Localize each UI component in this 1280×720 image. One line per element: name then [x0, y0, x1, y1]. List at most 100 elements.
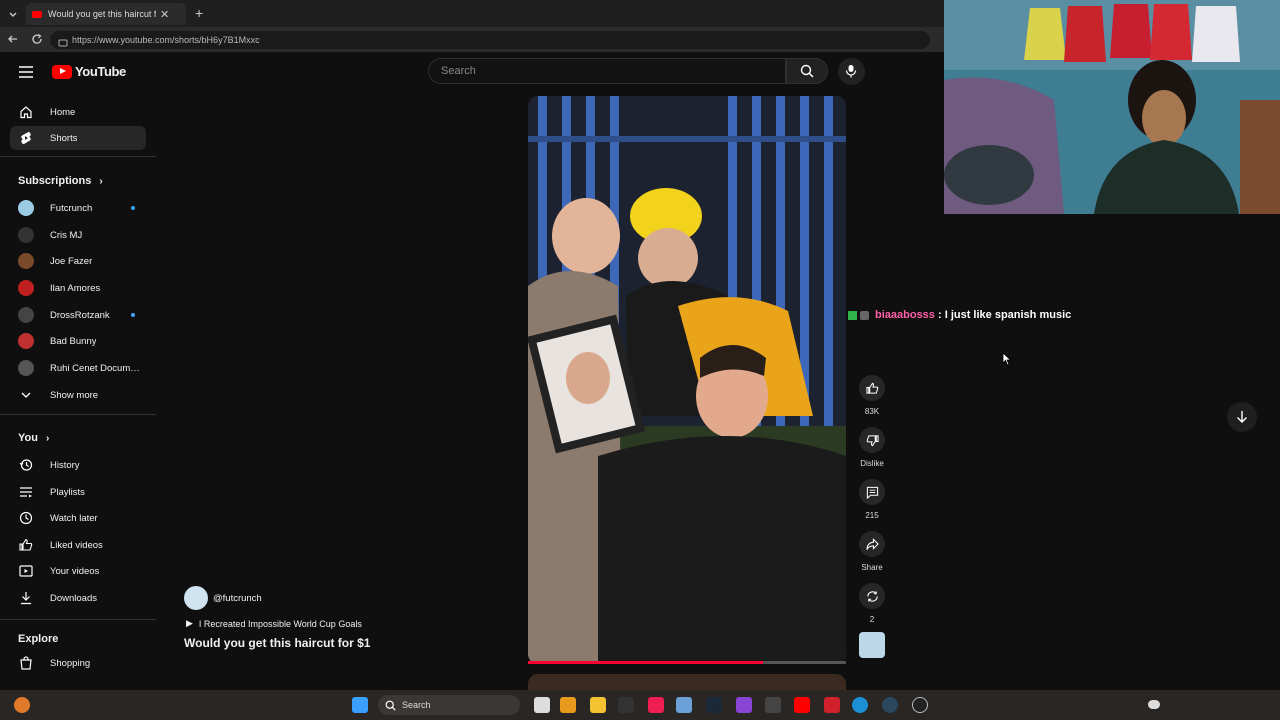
sidebar-item-label: Home	[50, 106, 76, 118]
remix-button[interactable]: 2	[859, 583, 885, 624]
video-progress-bar[interactable]	[528, 661, 846, 664]
channel-info[interactable]: @futcrunch	[184, 586, 262, 610]
channel-avatar	[18, 333, 34, 349]
sidebar-item-label: Show more	[50, 389, 99, 401]
sidebar-subscription-item[interactable]: Ruhi Cenet Docume...	[10, 356, 146, 380]
sidebar-divider	[0, 414, 156, 415]
stream-chat-message: biaaabosss : I just like spanish music	[848, 309, 1071, 321]
like-button[interactable]: 83K	[859, 375, 885, 416]
history-icon	[18, 457, 34, 473]
sidebar-item-label: Your videos	[50, 565, 100, 577]
remix-count: 2	[869, 615, 875, 624]
sidebar-item-liked-videos[interactable]: Liked videos	[10, 533, 146, 557]
obs-icon[interactable]	[912, 697, 928, 713]
windows-start-icon[interactable]	[352, 697, 368, 713]
steam-icon[interactable]	[706, 697, 722, 713]
subscriptions-header[interactable]: Subscriptions ›	[18, 175, 103, 187]
next-short-button[interactable]	[1227, 402, 1257, 432]
sidebar-item-playlists[interactable]: Playlists	[10, 480, 146, 504]
taskbar-search-input[interactable]: Search	[378, 695, 520, 715]
steam-icon[interactable]	[882, 697, 898, 713]
shorts-icon	[18, 130, 34, 146]
tab-list-chevron-icon[interactable]	[8, 7, 18, 25]
task-view-icon[interactable]	[534, 697, 550, 713]
thumbs-down-icon	[859, 427, 885, 453]
browser-tab[interactable]: Would you get this haircut for $1 ✕	[26, 3, 186, 25]
chevron-right-icon: ›	[45, 432, 50, 444]
avatar-image	[18, 360, 34, 376]
file-explorer-icon[interactable]	[590, 697, 606, 713]
sidebar-item-your-videos[interactable]: Your videos	[10, 559, 146, 583]
channel-name[interactable]: @futcrunch	[213, 593, 262, 604]
next-short-preview[interactable]	[528, 674, 846, 690]
cloud-icon[interactable]	[1148, 700, 1160, 709]
video-progress-fill	[528, 661, 764, 664]
avatar-image	[18, 200, 34, 216]
share-button[interactable]: Share	[859, 531, 885, 572]
sidebar-subscription-item[interactable]: Joe Fazer	[10, 249, 146, 273]
sidebar-item-label: Shorts	[50, 132, 78, 144]
your-videos-icon	[18, 563, 34, 579]
reload-icon[interactable]	[31, 32, 43, 50]
chat-badge-icon	[848, 310, 857, 320]
app-icon[interactable]	[824, 697, 840, 713]
sidebar-item-label: Cris MJ	[50, 229, 83, 241]
channel-avatar[interactable]	[184, 586, 208, 610]
like-count: 83K	[864, 407, 880, 416]
comment-icon	[859, 479, 885, 505]
channel-avatar	[18, 253, 34, 269]
search-button[interactable]	[786, 58, 828, 84]
epic-games-icon[interactable]	[618, 697, 634, 713]
sidebar-item-shorts[interactable]: Shorts	[10, 126, 146, 150]
thumbs-up-icon	[859, 375, 885, 401]
sidebar-subscription-item[interactable]: Ilan Amores	[10, 276, 146, 300]
sidebar-subscription-item[interactable]: Bad Bunny	[10, 329, 146, 353]
voice-search-button[interactable]	[838, 58, 865, 85]
home-icon	[18, 104, 34, 120]
you-header-label: You	[18, 432, 38, 444]
sidebar-subscription-item[interactable]: Cris MJ	[10, 223, 146, 247]
sidebar-item-show-more[interactable]: Show more	[10, 383, 146, 407]
url-field[interactable]: https://www.youtube.com/shorts/bH6y7B1Mx…	[50, 31, 930, 49]
sidebar-item-label: DrossRotzank	[50, 309, 110, 321]
you-header[interactable]: You ›	[18, 432, 49, 444]
webcam-overlay	[944, 0, 1280, 214]
sidebar-item-home[interactable]: Home	[10, 100, 146, 124]
short-video-player[interactable]	[528, 96, 846, 664]
video-frame-image	[528, 96, 846, 664]
new-tab-icon[interactable]: +	[195, 5, 203, 21]
youtube-icon[interactable]	[794, 697, 810, 713]
app-icon[interactable]	[676, 697, 692, 713]
youtube-favicon-icon	[32, 10, 42, 18]
menu-icon[interactable]	[19, 65, 33, 83]
subscriptions-header-label: Subscriptions	[18, 175, 92, 187]
sidebar-item-history[interactable]: History	[10, 453, 146, 477]
channel-avatar-small[interactable]	[859, 632, 885, 658]
youtube-masthead: YouTube Search	[0, 52, 944, 92]
dislike-button[interactable]: Dislike	[859, 427, 885, 468]
close-tab-icon[interactable]: ✕	[160, 8, 169, 21]
search-input[interactable]: Search	[428, 58, 786, 84]
weather-icon[interactable]	[14, 697, 30, 713]
chat-separator: :	[934, 309, 945, 321]
youtube-logo[interactable]: YouTube	[52, 64, 126, 79]
browser-icon[interactable]	[852, 697, 868, 713]
app-icon[interactable]	[560, 697, 576, 713]
site-info-icon[interactable]	[58, 35, 68, 53]
sidebar-item-label: Futcrunch	[50, 202, 93, 214]
sidebar-item-watch-later[interactable]: Watch later	[10, 506, 146, 530]
sidebar-subscription-item[interactable]: Futcrunch	[10, 196, 146, 220]
channel-avatar	[18, 200, 34, 216]
tiktok-icon[interactable]	[648, 697, 664, 713]
sidebar-item-shopping[interactable]: Shopping	[10, 651, 146, 675]
app-icon[interactable]	[765, 697, 781, 713]
avatar-image	[18, 333, 34, 349]
app-icon[interactable]	[736, 697, 752, 713]
comments-button[interactable]: 215	[859, 479, 885, 520]
back-icon[interactable]	[7, 32, 19, 50]
sidebar-item-downloads[interactable]: Downloads	[10, 586, 146, 610]
sidebar-subscription-item[interactable]: DrossRotzank	[10, 303, 146, 327]
playlist-title: I Recreated Impossible World Cup Goals	[198, 618, 362, 629]
playlist-link[interactable]: ▶ I Recreated Impossible World Cup Goals	[186, 618, 362, 629]
shopping-icon	[18, 655, 34, 671]
